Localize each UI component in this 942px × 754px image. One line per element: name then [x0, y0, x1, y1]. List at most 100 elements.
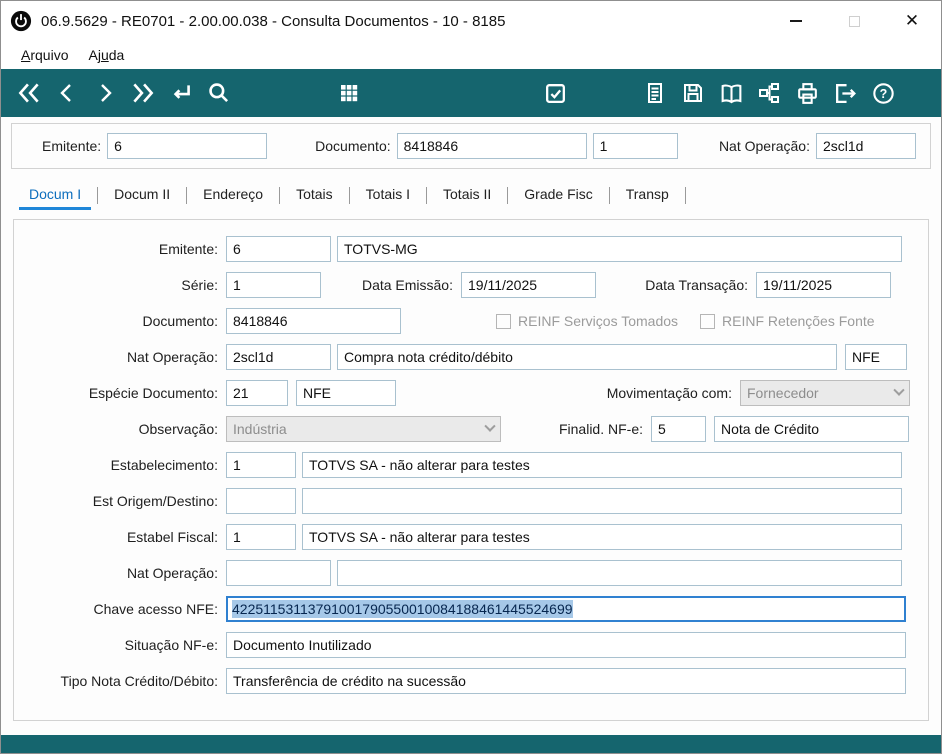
emitente-desc-field[interactable]: TOTVS-MG — [337, 236, 902, 262]
estabel-fiscal-desc-field[interactable]: TOTVS SA - não alterar para testes — [302, 524, 902, 550]
save-button[interactable] — [675, 75, 711, 111]
header-nat-operacao-field[interactable]: 2scl1d — [816, 133, 916, 159]
est-origem-destino-code-field[interactable] — [226, 488, 296, 514]
nat-operacao-tipo-field[interactable]: NFE — [845, 344, 907, 370]
exit-icon — [833, 81, 858, 106]
last-record-button[interactable] — [125, 75, 161, 111]
situacao-nfe-field[interactable]: Documento Inutilizado — [226, 632, 906, 658]
reinf-servicos-checkbox-group: REINF Serviços Tomados — [496, 313, 678, 329]
tab-divider — [507, 186, 509, 204]
save-icon — [681, 81, 705, 105]
report-button[interactable] — [637, 75, 673, 111]
print-button[interactable] — [789, 75, 825, 111]
reinf-retencoes-checkbox — [700, 313, 716, 329]
tab-divider — [348, 186, 350, 204]
header-emitente-field[interactable]: 6 — [107, 133, 268, 159]
search-button[interactable] — [201, 75, 237, 111]
nat-operacao-2-desc-field[interactable] — [337, 560, 902, 586]
emitente-code-field[interactable]: 6 — [226, 236, 331, 262]
serie-field[interactable]: 1 — [226, 272, 321, 298]
close-icon: ✕ — [904, 11, 920, 30]
tab-totais-ii[interactable]: Totais II — [429, 180, 505, 210]
finalidade-nfe-desc-field[interactable]: Nota de Crédito — [714, 416, 909, 442]
nat-operacao-code-field[interactable]: 2scl1d — [226, 344, 331, 370]
form-row-tipo-nota: Tipo Nota Crédito/Débito: Transferência … — [14, 668, 910, 694]
estabel-fiscal-label: Estabel Fiscal: — [126, 529, 218, 545]
header-documento-field[interactable]: 8418846 — [396, 133, 587, 159]
estabelecimento-desc-field[interactable]: TOTVS SA - não alterar para testes — [302, 452, 902, 478]
first-record-button[interactable] — [11, 75, 47, 111]
menu-ajuda[interactable]: Ajuda — [78, 44, 134, 66]
app-window: 06.9.5629 - RE0701 - 2.00.00.038 - Consu… — [0, 0, 942, 754]
estabelecimento-code-field[interactable]: 1 — [226, 452, 296, 478]
tabbar: Docum I Docum II Endereço Totais Totais … — [15, 179, 927, 211]
confirm-icon — [543, 81, 568, 106]
help-icon: ? — [871, 81, 896, 106]
observacao-select: Indústria — [226, 416, 501, 442]
chevron-down-icon — [893, 384, 905, 396]
form-row-especie: Espécie Documento: 21 NFE Movimentação c… — [14, 380, 910, 406]
toolbar: ? — [1, 69, 941, 117]
form-row-estabel-fiscal: Estabel Fiscal: 1 TOTVS SA - não alterar… — [14, 524, 910, 550]
prev-record-button[interactable] — [49, 75, 85, 111]
menu-arquivo[interactable]: Arquivo — [11, 44, 78, 66]
tab-divider — [684, 186, 686, 204]
estabel-fiscal-code-field[interactable]: 1 — [226, 524, 296, 550]
minimize-button[interactable] — [767, 1, 825, 41]
grid-button[interactable] — [331, 75, 367, 111]
window-controls: ✕ — [767, 1, 941, 41]
data-transacao-field[interactable]: 19/11/2025 — [756, 272, 891, 298]
titlebar: 06.9.5629 - RE0701 - 2.00.00.038 - Consu… — [1, 1, 941, 41]
especie-documento-code-field[interactable]: 21 — [226, 380, 288, 406]
data-emissao-field[interactable]: 19/11/2025 — [461, 272, 596, 298]
tab-divider — [426, 186, 428, 204]
especie-documento-desc-field[interactable]: NFE — [296, 380, 396, 406]
book-button[interactable] — [713, 75, 749, 111]
tab-totais-i[interactable]: Totais I — [352, 180, 424, 210]
nat-operacao-desc-field[interactable]: Compra nota crédito/débito — [337, 344, 837, 370]
header-documento-label: Documento: — [315, 138, 391, 154]
first-icon — [16, 80, 42, 106]
situacao-nfe-label: Situação NF-e: — [124, 637, 218, 653]
prev-icon — [55, 81, 79, 105]
header-nat-operacao-label: Nat Operação: — [718, 138, 810, 154]
header-documento-seq-field[interactable]: 1 — [592, 133, 678, 159]
est-origem-destino-desc-field[interactable] — [302, 488, 902, 514]
form-row-documento: Documento: 8418846 REINF Serviços Tomado… — [14, 308, 910, 334]
svg-text:?: ? — [879, 87, 887, 101]
emitente-label: Emitente: — [158, 241, 218, 257]
tree-button[interactable] — [751, 75, 787, 111]
form-row-nat-operacao: Nat Operação: 2scl1d Compra nota crédito… — [14, 344, 910, 370]
maximize-button[interactable] — [825, 1, 883, 41]
form-row-situacao-nfe: Situação NF-e: Documento Inutilizado — [14, 632, 910, 658]
reinf-servicos-checkbox — [496, 313, 511, 329]
tab-transp[interactable]: Transp — [612, 180, 683, 210]
confirm-button[interactable] — [537, 75, 573, 111]
data-emissao-label: Data Emissão: — [361, 277, 453, 293]
reinf-retencoes-label: REINF Retenções Fonte — [722, 313, 875, 329]
especie-documento-label: Espécie Documento: — [88, 385, 218, 401]
movimentacao-com-label: Movimentação com: — [606, 385, 732, 401]
form-row-nat-operacao-2: Nat Operação: — [14, 560, 910, 586]
documento-field[interactable]: 8418846 — [226, 308, 401, 334]
tipo-nota-field[interactable]: Transferência de crédito na sucessão — [226, 668, 906, 694]
est-origem-destino-label: Est Origem/Destino: — [92, 493, 218, 509]
finalidade-nfe-code-field[interactable]: 5 — [651, 416, 706, 442]
nat-operacao-2-code-field[interactable] — [226, 560, 331, 586]
close-button[interactable]: ✕ — [883, 1, 941, 41]
observacao-label: Observação: — [138, 421, 218, 437]
tab-docum-i[interactable]: Docum I — [15, 180, 95, 210]
exit-button[interactable] — [827, 75, 863, 111]
documento-label: Documento: — [142, 313, 218, 329]
tab-grade-fisc[interactable]: Grade Fisc — [510, 180, 606, 210]
next-icon — [93, 81, 117, 105]
next-record-button[interactable] — [87, 75, 123, 111]
tab-docum-ii[interactable]: Docum II — [100, 180, 184, 210]
tab-endereco[interactable]: Endereço — [189, 180, 277, 210]
go-button[interactable] — [163, 75, 199, 111]
chave-acesso-field[interactable]: 4225115311379100179055001008418846144552… — [226, 596, 906, 622]
app-icon — [9, 9, 33, 33]
tab-divider — [608, 186, 610, 204]
help-button[interactable]: ? — [865, 75, 901, 111]
tab-totais[interactable]: Totais — [282, 180, 347, 210]
